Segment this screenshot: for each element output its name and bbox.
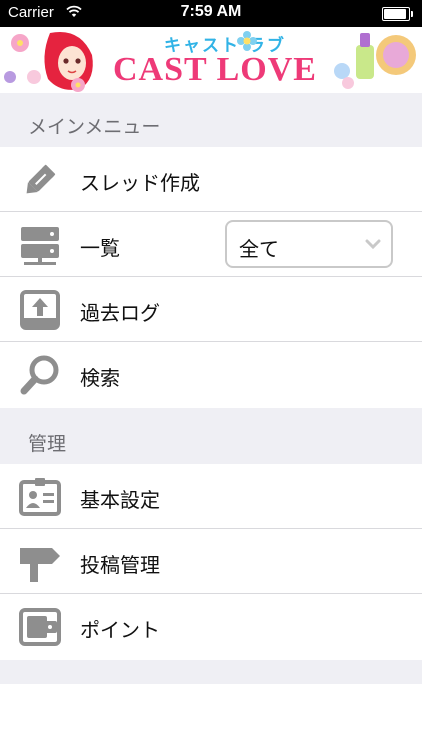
status-bar: Carrier 7:59 AM <box>0 0 422 27</box>
menu-item-label: 検索 <box>80 366 120 390</box>
menu-item-search[interactable]: 検索 <box>0 342 422 407</box>
section-header-main: メインメニュー <box>0 93 422 147</box>
status-time: 7:59 AM <box>180 3 242 20</box>
cast-girl-illustration <box>4 31 93 92</box>
menu-item-past-logs[interactable]: 過去ログ <box>0 277 422 342</box>
battery-icon <box>382 7 413 21</box>
signpost-icon <box>20 548 60 582</box>
flower-icon <box>237 31 257 51</box>
list-filter-value: 全て <box>239 237 279 261</box>
section-header-label: メインメニュー <box>28 116 161 138</box>
pencil-icon <box>26 164 56 194</box>
menu-item-points[interactable]: ポイント <box>0 594 422 659</box>
search-icon <box>20 355 59 395</box>
menu-item-label: スレッド作成 <box>80 171 200 195</box>
banner-logo: CAST LOVE <box>113 51 317 88</box>
chevron-down-icon <box>365 239 381 250</box>
cosmetics-illustration <box>334 33 416 89</box>
menu-item-label: ポイント <box>80 618 160 642</box>
menu-item-basic-settings[interactable]: 基本設定 <box>0 464 422 529</box>
menu-item-create-thread[interactable]: スレッド作成 <box>0 147 422 212</box>
id-card-icon <box>19 478 61 516</box>
server-icon <box>21 227 59 265</box>
menu-item-post-management[interactable]: 投稿管理 <box>0 529 422 594</box>
menu-item-label: 投稿管理 <box>80 553 160 577</box>
wallet-icon <box>19 608 61 646</box>
table-footer <box>0 660 422 684</box>
menu-item-label: 一覧 <box>80 236 120 260</box>
app-banner: キャスト ラブ CAST LOVE <box>0 27 422 93</box>
section-header-admin: 管理 <box>0 408 422 464</box>
list-filter-select[interactable]: 全て <box>225 220 393 268</box>
section-header-label: 管理 <box>28 433 67 455</box>
menu-item-label: 基本設定 <box>80 488 160 512</box>
archive-icon <box>20 290 60 330</box>
menu-item-label: 過去ログ <box>80 301 160 325</box>
